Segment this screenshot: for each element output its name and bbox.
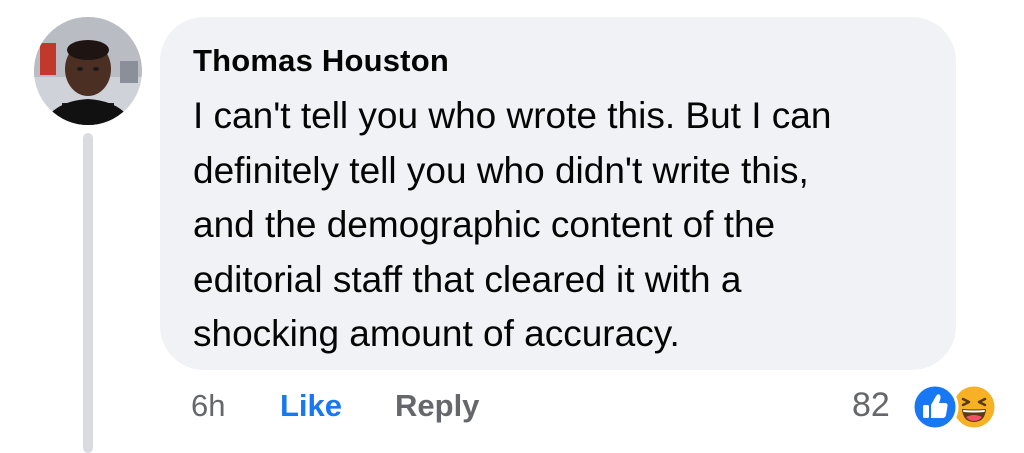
comment-text: I can't tell you who wrote this. But I c… bbox=[193, 95, 832, 354]
avatar-photo bbox=[34, 17, 142, 125]
reaction-count: 82 bbox=[852, 386, 890, 424]
comment-author[interactable]: Thomas Houston bbox=[193, 43, 449, 79]
like-reaction-icon bbox=[911, 383, 959, 431]
like-button[interactable]: Like bbox=[280, 388, 342, 424]
reactions-summary[interactable]: 82 bbox=[852, 383, 1012, 431]
comment-bubble: Thomas Houston I can't tell you who wrot… bbox=[160, 17, 956, 370]
reply-button[interactable]: Reply bbox=[395, 388, 479, 424]
thread-line bbox=[83, 133, 93, 453]
comment-timestamp[interactable]: 6h bbox=[191, 388, 225, 424]
avatar[interactable] bbox=[34, 17, 142, 125]
